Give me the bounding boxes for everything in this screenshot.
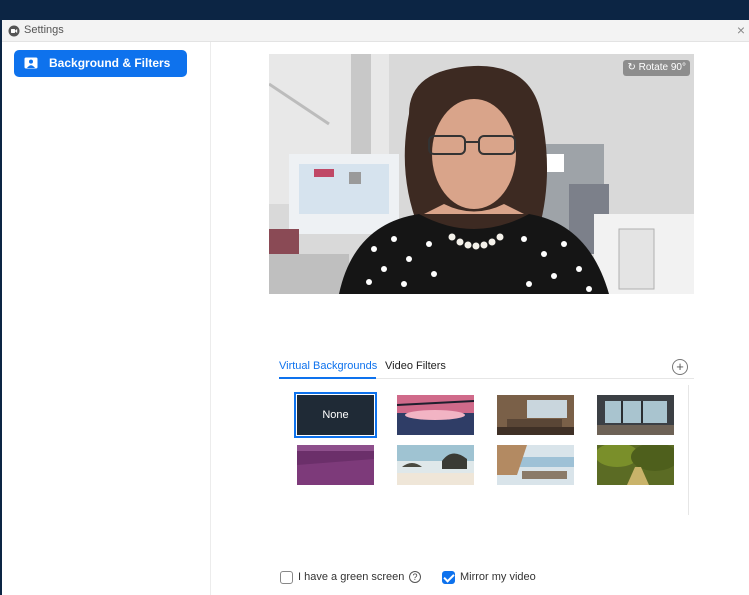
camera-feed-image bbox=[269, 54, 694, 294]
tab-video-filters[interactable]: Video Filters bbox=[385, 360, 446, 372]
add-background-button[interactable]: + bbox=[672, 359, 688, 375]
background-grid: None bbox=[279, 385, 689, 515]
background-forest-path[interactable] bbox=[597, 445, 674, 485]
rotate-icon: ↻ bbox=[627, 62, 636, 73]
background-sunset-bridge[interactable] bbox=[397, 395, 474, 435]
background-lavender-field[interactable] bbox=[297, 445, 374, 485]
active-tab-indicator bbox=[279, 377, 376, 379]
help-icon[interactable]: ? bbox=[409, 571, 421, 583]
window-title: Settings bbox=[24, 24, 64, 36]
close-icon[interactable]: × bbox=[737, 22, 745, 38]
person-frame-icon bbox=[24, 57, 38, 69]
window-frame bbox=[0, 0, 749, 20]
add-circle-icon: + bbox=[676, 359, 684, 374]
tab-virtual-backgrounds[interactable]: Virtual Backgrounds bbox=[279, 360, 377, 372]
video-options: I have a green screen ? Mirror my video bbox=[280, 570, 700, 586]
green-screen-label[interactable]: I have a green screen bbox=[298, 571, 404, 583]
green-screen-checkbox[interactable] bbox=[280, 571, 293, 584]
background-seaside-terrace[interactable] bbox=[497, 445, 574, 485]
background-glass-room[interactable] bbox=[597, 395, 674, 435]
zoom-logo-icon bbox=[8, 25, 20, 37]
sidebar: Background & Filters bbox=[2, 42, 211, 595]
main-panel: ↻ Rotate 90° Virtual Backgrounds Video F… bbox=[212, 42, 749, 595]
video-preview: ↻ Rotate 90° bbox=[269, 54, 694, 294]
rotate-button[interactable]: ↻ Rotate 90° bbox=[623, 60, 690, 76]
background-none[interactable]: None bbox=[294, 392, 377, 438]
sidebar-item-background-filters[interactable]: Background & Filters bbox=[14, 50, 187, 77]
background-tabs: Virtual Backgrounds Video Filters bbox=[279, 357, 694, 379]
mirror-video-label[interactable]: Mirror my video bbox=[460, 571, 536, 583]
settings-window: Settings × Background & Filters ↻ Rotate… bbox=[2, 20, 749, 595]
title-bar: Settings × bbox=[2, 20, 749, 42]
mirror-video-checkbox[interactable] bbox=[442, 571, 455, 584]
sidebar-item-label: Background & Filters bbox=[49, 56, 171, 70]
background-office-interior[interactable] bbox=[497, 395, 574, 435]
background-beach-rocks[interactable] bbox=[397, 445, 474, 485]
background-none-label: None bbox=[297, 395, 374, 435]
